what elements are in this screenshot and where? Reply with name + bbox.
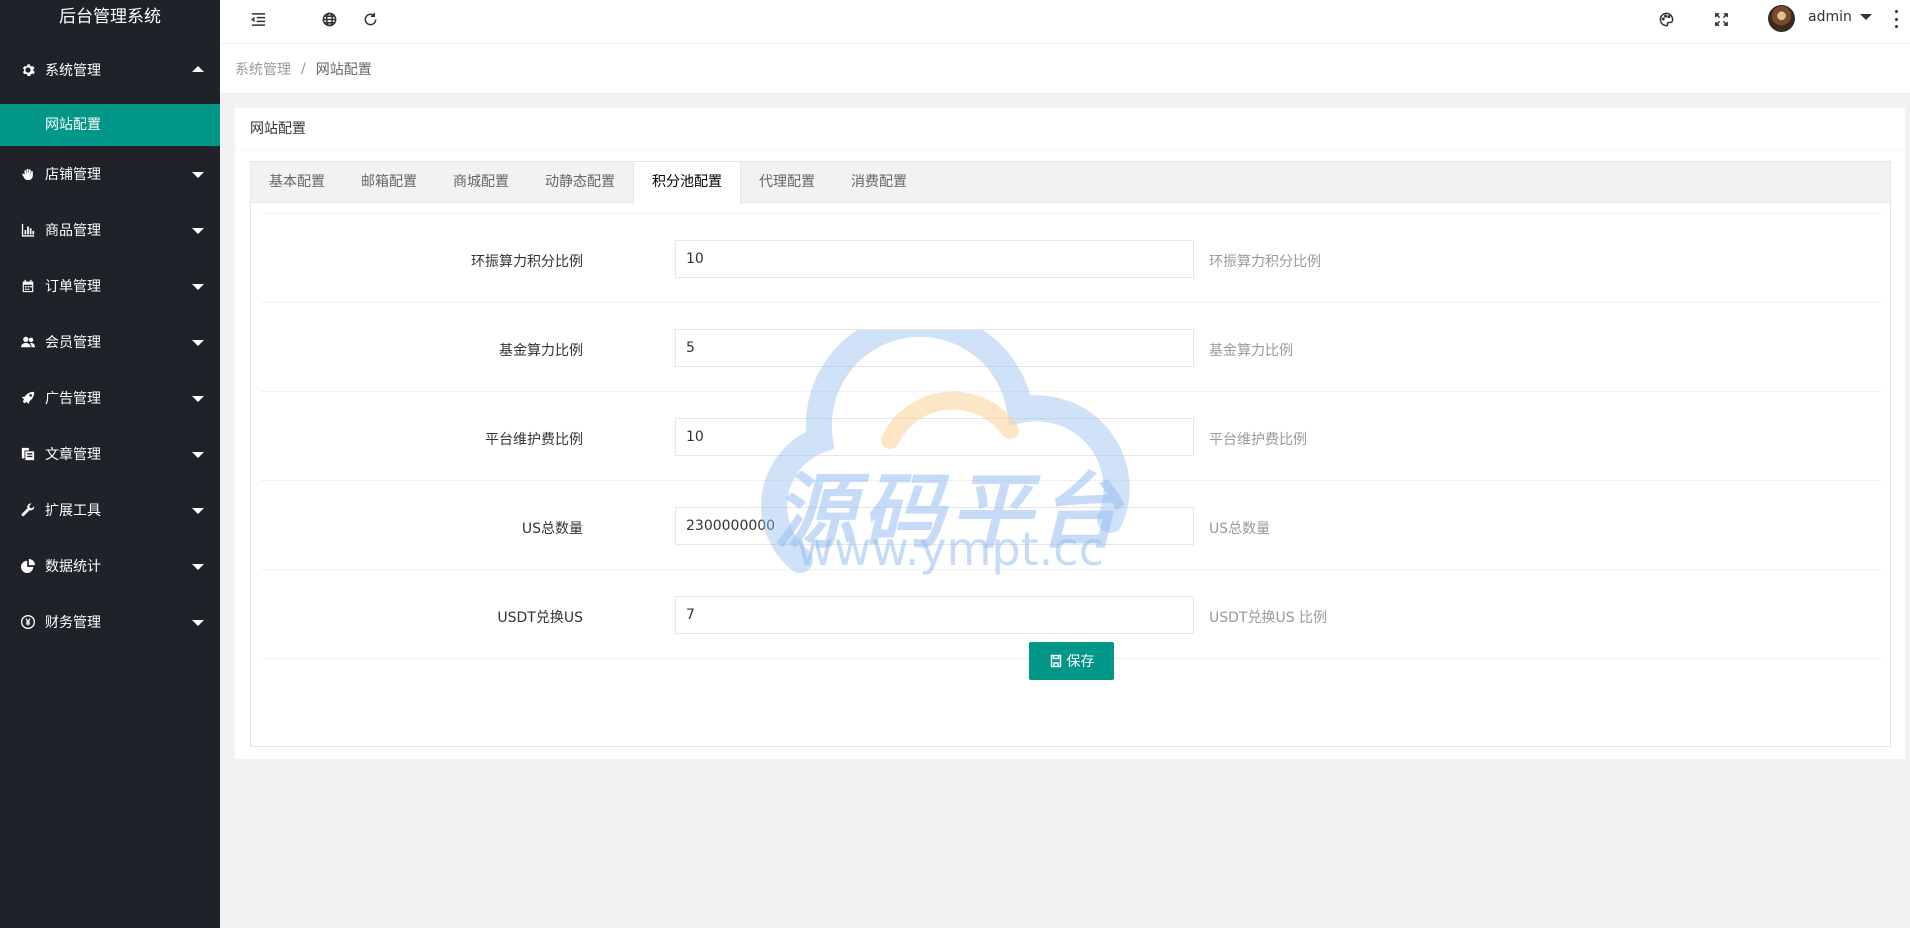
tab-consume[interactable]: 消费配置 — [833, 162, 925, 203]
breadcrumb-separator: / — [301, 60, 306, 77]
chevron-down-icon — [192, 340, 204, 346]
wrench-icon — [20, 502, 36, 518]
fullscreen-icon — [1714, 12, 1728, 26]
sidebar-item-label: 扩展工具 — [45, 503, 101, 519]
field-label: USDT兑换US — [497, 610, 583, 626]
config-card: 网站配置 基本配置 邮箱配置 商城配置 动静态配置 积分池配置 代理配置 消费配… — [235, 108, 1905, 759]
fullscreen-button[interactable] — [1705, 6, 1737, 32]
yen-icon — [20, 614, 36, 630]
chevron-down-icon — [192, 228, 204, 234]
sidebar-item-articles[interactable]: 文章管理 — [0, 426, 220, 482]
field-label: 基金算力比例 — [499, 343, 583, 359]
chevron-down-icon[interactable] — [1860, 14, 1872, 20]
chevron-down-icon — [192, 452, 204, 458]
tab-mall[interactable]: 商城配置 — [435, 162, 527, 203]
field-tip: 平台维护费比例 — [1209, 432, 1307, 448]
calendar-icon — [20, 278, 36, 294]
ratio-points-input[interactable] — [675, 240, 1194, 278]
refresh-icon — [364, 12, 376, 25]
sidebar-item-label: 广告管理 — [45, 391, 101, 407]
pie-icon — [20, 558, 36, 574]
user-name[interactable]: admin — [1808, 9, 1852, 25]
tab-basic[interactable]: 基本配置 — [251, 162, 343, 203]
more-menu-button[interactable] — [1890, 10, 1902, 28]
hand-icon — [20, 166, 36, 182]
save-icon — [1050, 654, 1061, 668]
chevron-down-icon — [192, 396, 204, 402]
sidebar-item-label: 财务管理 — [45, 615, 101, 631]
gear-icon — [20, 62, 36, 78]
sidebar-item-finance[interactable]: 财务管理 — [0, 594, 220, 650]
tab-points-pool[interactable]: 积分池配置 — [633, 162, 741, 204]
config-tabs: 基本配置 邮箱配置 商城配置 动静态配置 积分池配置 代理配置 消费配置 环振算… — [250, 161, 1891, 747]
submenu-item-site-config[interactable]: 网站配置 — [0, 104, 220, 146]
breadcrumb-parent[interactable]: 系统管理 — [235, 59, 291, 79]
sidebar-item-stats[interactable]: 数据统计 — [0, 538, 220, 594]
sidebar-item-label: 会员管理 — [45, 335, 101, 351]
menu-collapse-button[interactable] — [242, 6, 274, 32]
usdt-exchange-input[interactable] — [675, 596, 1194, 634]
sidebar-item-shop[interactable]: 店铺管理 — [0, 146, 220, 202]
save-label: 保存 — [1066, 653, 1095, 669]
field-tip: USDT兑换US 比例 — [1209, 610, 1328, 626]
card-title: 网站配置 — [235, 108, 1905, 150]
rocket-icon — [20, 390, 36, 406]
tab-mail[interactable]: 邮箱配置 — [343, 162, 435, 203]
form-row: 环振算力积分比例 环振算力积分比例 — [261, 214, 1881, 303]
breadcrumb: 系统管理 / 网站配置 — [220, 44, 1910, 94]
refresh-button[interactable] — [354, 6, 386, 32]
chevron-down-icon — [192, 284, 204, 290]
field-tip: 基金算力比例 — [1209, 343, 1293, 359]
chart-icon — [20, 222, 36, 238]
chevron-up-icon — [192, 66, 204, 72]
indent-icon — [250, 12, 265, 26]
sidebar-item-tools[interactable]: 扩展工具 — [0, 482, 220, 538]
field-label: US总数量 — [521, 521, 583, 537]
sidebar-item-label: 商品管理 — [45, 223, 101, 239]
form-row: US总数量 US总数量 — [261, 481, 1881, 570]
sidebar-item-label: 店铺管理 — [45, 167, 101, 183]
fund-ratio-input[interactable] — [675, 329, 1194, 367]
field-tip: US总数量 — [1209, 521, 1271, 537]
users-icon — [20, 334, 36, 350]
sidebar: 后台管理系统 系统管理 网站配置 店铺管理 商品管理 订单管理 会员管理 广告管… — [0, 0, 220, 928]
chevron-down-icon — [192, 508, 204, 514]
sidebar-item-label: 订单管理 — [45, 279, 101, 295]
field-label: 平台维护费比例 — [485, 432, 583, 448]
tab-static[interactable]: 动静态配置 — [527, 162, 633, 203]
chevron-down-icon — [192, 620, 204, 626]
copy-icon — [20, 446, 36, 462]
more-dots-icon — [1894, 10, 1898, 13]
globe-icon — [322, 12, 336, 26]
sidebar-item-goods[interactable]: 商品管理 — [0, 202, 220, 258]
app-logo: 后台管理系统 — [59, 7, 161, 27]
tab-agent[interactable]: 代理配置 — [741, 162, 833, 203]
form-row: 基金算力比例 基金算力比例 — [261, 303, 1881, 392]
sidebar-item-label: 系统管理 — [45, 63, 101, 79]
palette-icon — [1659, 12, 1673, 26]
field-label: 环振算力积分比例 — [471, 254, 583, 270]
sidebar-item-system[interactable]: 系统管理 — [0, 36, 220, 104]
sidebar-item-label: 文章管理 — [45, 447, 101, 463]
top-header: admin — [220, 0, 1910, 44]
breadcrumb-current: 网站配置 — [315, 61, 372, 78]
sidebar-item-label: 数据统计 — [45, 559, 101, 575]
chevron-down-icon — [192, 172, 204, 178]
maintenance-ratio-input[interactable] — [675, 418, 1194, 456]
sidebar-item-orders[interactable]: 订单管理 — [0, 258, 220, 314]
theme-button[interactable] — [1650, 6, 1682, 32]
field-tip: 环振算力积分比例 — [1209, 254, 1321, 270]
sidebar-item-ads[interactable]: 广告管理 — [0, 370, 220, 426]
form-row: 平台维护费比例 平台维护费比例 — [261, 392, 1881, 481]
website-button[interactable] — [313, 6, 345, 32]
chevron-down-icon — [192, 564, 204, 570]
save-button[interactable]: 保存 — [1029, 642, 1114, 680]
us-total-input[interactable] — [675, 507, 1194, 545]
sidebar-item-members[interactable]: 会员管理 — [0, 314, 220, 370]
submenu-system: 网站配置 — [0, 104, 220, 146]
tab-bar: 基本配置 邮箱配置 商城配置 动静态配置 积分池配置 代理配置 消费配置 — [251, 162, 1890, 204]
avatar[interactable] — [1768, 5, 1795, 32]
